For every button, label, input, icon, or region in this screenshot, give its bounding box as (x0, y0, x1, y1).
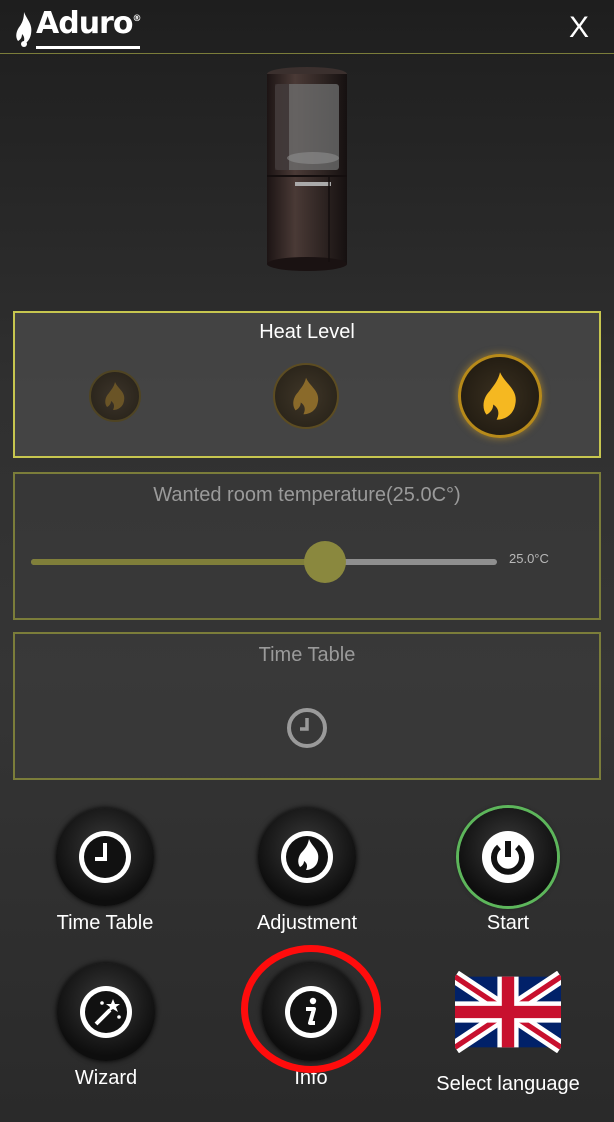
header-bar: Aduro® X (0, 0, 614, 54)
info-button-circle[interactable] (262, 963, 360, 1061)
temperature-title: Wanted room temperature(25.0C°) (153, 484, 461, 506)
flame-icon (281, 831, 333, 883)
stove-image (267, 67, 347, 271)
select-language-button[interactable]: Select language (436, 971, 580, 1096)
info-icon (285, 986, 337, 1038)
adjustment-button[interactable]: Adjustment (247, 808, 367, 935)
flame-icon (293, 377, 319, 415)
heat-level-medium-button[interactable] (273, 363, 339, 429)
adjustment-button-circle[interactable] (258, 808, 356, 906)
slider-fill (31, 559, 325, 565)
close-button[interactable]: X (562, 10, 596, 46)
heat-level-panel: Heat Level (13, 311, 601, 458)
time-table-label: Time Table (56, 912, 154, 934)
wizard-button[interactable]: Wizard (46, 963, 166, 1090)
wizard-label: Wizard (74, 1067, 138, 1089)
info-label: Info (294, 1067, 328, 1089)
wizard-button-circle[interactable] (57, 963, 155, 1061)
uk-flag-icon (455, 971, 561, 1053)
info-button[interactable]: Info (251, 963, 371, 1090)
flame-icon (105, 382, 125, 410)
clock-icon (79, 831, 131, 883)
select-language-label: Select language (436, 1073, 580, 1095)
room-temperature-panel: Wanted room temperature(25.0C°) 25.0°C (13, 472, 601, 620)
logo-text: Aduro® (36, 9, 141, 49)
adjustment-label: Adjustment (256, 912, 358, 934)
time-table-panel: Time Table (13, 632, 601, 780)
time-table-button-circle[interactable] (56, 808, 154, 906)
temperature-slider[interactable] (31, 541, 497, 583)
heat-level-low-button[interactable] (89, 370, 141, 422)
time-table-button[interactable]: Time Table (45, 808, 165, 935)
flame-icon (483, 372, 516, 420)
heat-level-title: Heat Level (259, 321, 355, 343)
clock-icon[interactable] (285, 706, 329, 750)
start-button-circle[interactable] (459, 808, 557, 906)
flame-logo-icon (16, 12, 32, 47)
time-table-panel-title: Time Table (258, 644, 356, 666)
heat-level-high-button[interactable] (458, 354, 542, 438)
aduro-logo: Aduro® (14, 8, 141, 50)
start-label: Start (486, 912, 530, 934)
start-button[interactable]: Start (448, 808, 568, 935)
magic-wand-icon (80, 986, 132, 1038)
temperature-value: 25.0°C (509, 551, 549, 566)
slider-knob[interactable] (303, 541, 346, 583)
power-icon (482, 831, 534, 883)
